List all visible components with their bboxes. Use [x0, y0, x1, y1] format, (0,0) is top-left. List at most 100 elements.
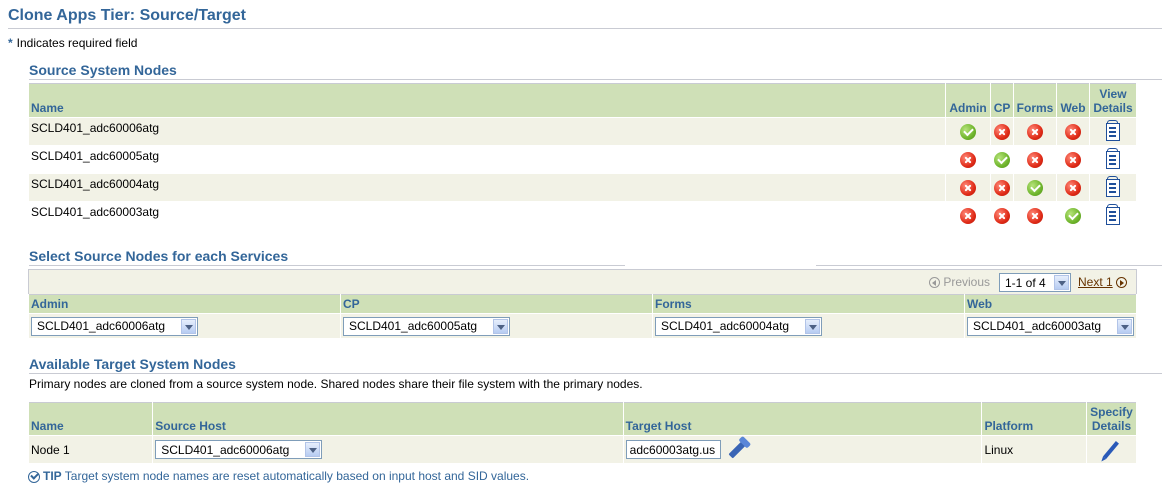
target-platform: Linux [981, 435, 1087, 464]
chevron-down-icon [1054, 275, 1069, 290]
targets-col-source-host: Source Host [152, 402, 624, 436]
table-row: SCLD401_adc60003atg [27, 201, 1138, 230]
table-row: SCLD401_adc60004atg [27, 173, 1138, 202]
checkmark-icon [28, 470, 40, 483]
required-note-text: Indicates required field [16, 36, 138, 50]
chevron-down-icon [181, 318, 196, 334]
view-details-cell[interactable] [1088, 145, 1138, 174]
targets-divider [29, 373, 1162, 374]
error-icon [994, 179, 1011, 196]
targets-col-specify-details: Specify Details [1085, 402, 1138, 436]
forms-node-value: SCLD401_adc60004atg [661, 319, 790, 333]
check-icon [1027, 179, 1044, 196]
admin-status-cell [945, 173, 992, 202]
view-details-cell[interactable] [1088, 201, 1138, 230]
chevron-down-icon [305, 442, 321, 457]
page-range-select[interactable]: 1-1 of 4 [999, 273, 1071, 292]
search-flashlight-button[interactable] [724, 441, 750, 458]
flashlight-icon [728, 441, 746, 458]
web-node-select[interactable]: SCLD401_adc60003atg [967, 316, 1134, 336]
cp-status-cell [990, 117, 1015, 146]
target-host-input[interactable]: adc60003atg.us [625, 440, 721, 459]
web-status-cell [1056, 145, 1090, 174]
col-name: Name [27, 83, 947, 118]
admin-node-select[interactable]: SCLD401_adc60006atg [31, 316, 198, 336]
details-icon[interactable] [1105, 175, 1120, 197]
pencil-icon[interactable] [1103, 441, 1120, 460]
node-name: SCLD401_adc60006atg [27, 117, 947, 146]
col-view-details: View Details [1088, 83, 1138, 118]
forms-status-cell [1013, 173, 1058, 202]
pagination-bar: Previous 1-1 of 4 Next 1 [28, 269, 1137, 296]
targets-col-target-host: Target Host [622, 402, 983, 436]
specify-line1: Specify [1090, 405, 1133, 419]
next-nav[interactable]: Next 1 [1078, 275, 1128, 289]
cp-node-select[interactable]: SCLD401_adc60005atg [343, 316, 510, 336]
source-nodes-header: Source System Nodes [29, 62, 177, 78]
view-details-cell[interactable] [1088, 117, 1138, 146]
forms-status-cell [1013, 201, 1058, 230]
col-view-details-line1: View [1099, 87, 1127, 101]
col-cp: CP [990, 83, 1015, 118]
error-icon [1065, 179, 1081, 196]
web-status-cell [1056, 117, 1090, 146]
error-icon [960, 207, 977, 224]
services-col-cp: CP [340, 294, 653, 314]
error-icon [1027, 207, 1044, 224]
required-marker-icon: * [8, 36, 13, 50]
error-icon [1065, 123, 1081, 140]
target-node-name: Node 1 [27, 435, 154, 464]
web-node-value: SCLD401_adc60003atg [973, 319, 1102, 333]
error-icon [994, 207, 1011, 224]
admin-status-cell [945, 117, 992, 146]
chevron-down-icon [805, 318, 820, 334]
admin-status-cell [945, 145, 992, 174]
node-name: SCLD401_adc60004atg [27, 173, 947, 202]
source-host-select[interactable]: SCLD401_adc60006atg [155, 440, 323, 459]
source-nodes-table: Name Admin CP Forms Web View Details SCL… [27, 83, 1138, 230]
admin-node-value: SCLD401_adc60006atg [37, 319, 166, 333]
select-services-header: Select Source Nodes for each Services [29, 248, 289, 264]
node-name: SCLD401_adc60003atg [27, 201, 947, 230]
error-icon [1065, 151, 1081, 168]
error-icon [960, 179, 977, 196]
node-name: SCLD401_adc60005atg [27, 145, 947, 174]
forms-node-select[interactable]: SCLD401_adc60004atg [655, 316, 822, 336]
view-details-cell[interactable] [1088, 173, 1138, 202]
cp-status-cell [990, 201, 1015, 230]
select-services-divider-right [816, 265, 1162, 266]
col-view-details-line2: Details [1093, 101, 1133, 115]
select-services-divider [29, 265, 625, 266]
chevron-down-icon [1117, 318, 1132, 334]
targets-table: Name Source Host Target Host Platform Sp… [27, 402, 1138, 464]
page-title: Clone Apps Tier: Source/Target [8, 7, 246, 24]
cp-node-value: SCLD401_adc60005atg [349, 319, 478, 333]
targets-header: Available Target System Nodes [29, 356, 236, 372]
forms-status-cell [1013, 117, 1058, 146]
specify-details-cell[interactable] [1085, 435, 1138, 464]
page-range-value: 1-1 of 4 [1005, 275, 1046, 290]
tip-line: TIP Target system node names are reset a… [28, 469, 529, 483]
details-icon[interactable] [1105, 203, 1120, 225]
next-link[interactable]: Next 1 [1078, 275, 1113, 289]
next-arrow-icon[interactable] [1116, 277, 1128, 289]
table-row: SCLD401_adc60005atg [27, 145, 1138, 174]
tip-text: Target system node names are reset autom… [64, 469, 530, 483]
cp-status-cell [990, 145, 1015, 174]
target-row: Node 1 SCLD401_adc60006atg adc60003atg.u… [27, 435, 1138, 464]
error-icon [960, 151, 977, 168]
col-web: Web [1056, 83, 1090, 118]
details-icon[interactable] [1105, 147, 1120, 169]
check-icon [960, 123, 977, 140]
details-icon[interactable] [1105, 119, 1120, 141]
targets-description: Primary nodes are cloned from a source s… [29, 377, 643, 391]
services-col-admin: Admin [28, 294, 341, 314]
required-note: * Indicates required field [8, 36, 137, 50]
check-icon [994, 151, 1011, 168]
check-icon [1065, 207, 1081, 224]
error-icon [1027, 151, 1044, 168]
targets-col-name: Name [27, 402, 154, 436]
admin-status-cell [945, 201, 992, 230]
targets-col-platform: Platform [981, 402, 1087, 436]
services-table: Admin CP Forms Web SCLD401_adc60006atg S… [28, 294, 1137, 339]
